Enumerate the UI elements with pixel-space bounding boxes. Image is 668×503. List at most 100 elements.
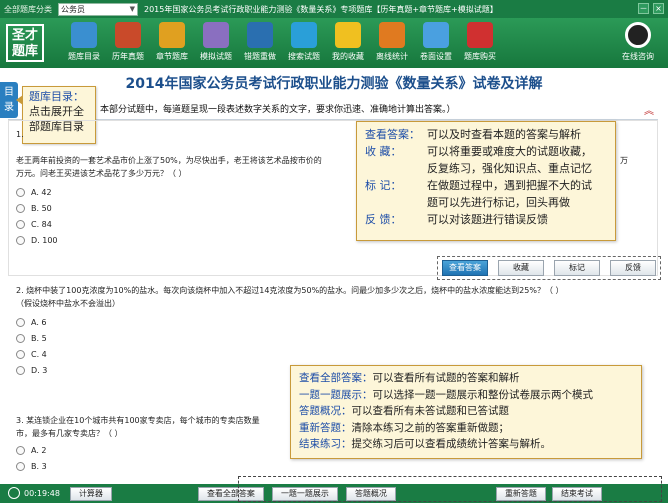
radio-icon[interactable] bbox=[16, 365, 25, 375]
option-label: B. 5 bbox=[31, 333, 47, 343]
option-label: D. 3 bbox=[31, 365, 48, 375]
tip-line: 题可以先进行标记，回头再做 bbox=[365, 194, 607, 211]
option-label: D. 100 bbox=[31, 235, 58, 245]
tip-key: 查看全部答案： bbox=[299, 372, 373, 384]
radio-icon[interactable] bbox=[16, 235, 25, 245]
toolbar-item-label: 我的收藏 bbox=[332, 52, 364, 61]
toolbar-item-6[interactable]: 搜索试题 bbox=[282, 22, 326, 62]
tip-line: 标 记： 在做题过程中，遇到把握不大的试 bbox=[365, 177, 607, 194]
close-button[interactable]: × bbox=[653, 3, 664, 14]
option-label: A. 6 bbox=[31, 317, 47, 327]
window-title: 2015年国家公务员考试行政职业能力测验《数量关系》专项题库【历年真题+章节题库… bbox=[144, 4, 498, 14]
category-select[interactable]: 公务员 ▼ bbox=[58, 2, 138, 16]
toolbar-icon bbox=[203, 22, 229, 48]
toolbar-item-10[interactable]: 题库购买 bbox=[458, 22, 502, 62]
minimize-button[interactable]: － bbox=[638, 3, 649, 14]
tip-key bbox=[365, 194, 427, 211]
question-2: 2. 烧杯中装了100克浓度为10%的盐水。每次向该烧杯中加入不超过14克浓度为… bbox=[16, 284, 646, 378]
tip-value: 可以对该题进行错误反馈 bbox=[427, 213, 548, 226]
instruction-text: 本部分试题中，每道题呈现一段表述数字关系的文字，要求你迅速、准确地计算出答案。） bbox=[100, 105, 456, 115]
tip-value: 清除本练习之前的答案重新做题； bbox=[351, 421, 510, 434]
title-bar: 全部题库分类 公务员 ▼ 2015年国家公务员考试行政职业能力测验《数量关系》专… bbox=[0, 0, 668, 18]
toolbar-item-3[interactable]: 章节题库 bbox=[150, 22, 194, 62]
tip-line: 答题概况：可以查看所有未答试题和已答试题 bbox=[299, 403, 633, 420]
radio-icon[interactable] bbox=[16, 333, 25, 343]
radio-icon[interactable] bbox=[16, 203, 25, 213]
radio-icon[interactable] bbox=[16, 349, 25, 359]
favorite-button[interactable]: 收藏 bbox=[498, 260, 544, 276]
option-b[interactable]: B. 5 bbox=[16, 330, 646, 346]
collapse-icon[interactable]: ︽ bbox=[644, 102, 654, 122]
option-a[interactable]: A. 6 bbox=[16, 314, 646, 330]
directory-tip-line: 题库目录： bbox=[29, 90, 84, 103]
radio-icon[interactable] bbox=[16, 219, 25, 229]
mark-button[interactable]: 标记 bbox=[554, 260, 600, 276]
option-label: B. 50 bbox=[31, 203, 52, 213]
option-label: A. 2 bbox=[31, 445, 47, 455]
toolbar-item-1[interactable]: 题库目录 bbox=[62, 22, 106, 62]
radio-icon[interactable] bbox=[16, 461, 25, 471]
feedback-button[interactable]: 反馈 bbox=[610, 260, 656, 276]
option-label: B. 3 bbox=[31, 461, 47, 471]
tip-key: 反 馈： bbox=[365, 213, 402, 226]
tip-value: 提交练习后可以查看成绩统计答案与解析。 bbox=[351, 438, 552, 450]
question-number: 1. bbox=[16, 130, 24, 139]
question-text: 3. 某连锁企业在10个城市共有100家专卖店，每个城市的专卖店数量 bbox=[16, 416, 260, 425]
tip-line: 查看答案： 可以及时查看本题的答案与解析 bbox=[365, 126, 607, 143]
tip-value: 在做题过程中，遇到把握不大的试 bbox=[427, 179, 592, 192]
question-text: 老王两年前投资的一套艺术品市价上涨了50%，为尽快出手，老王将该艺术品按市价的 bbox=[16, 156, 322, 165]
radio-icon[interactable] bbox=[16, 317, 25, 327]
tip-line: 反复练习，强化知识点、重点记忆 bbox=[365, 160, 607, 177]
app-logo: 圣才题库 bbox=[6, 24, 44, 62]
option-label: A. 42 bbox=[31, 187, 52, 197]
toolbar-item-5[interactable]: 错题重做 bbox=[238, 22, 282, 62]
tip-value: 可以查看所有未答试题和已答试题 bbox=[351, 405, 510, 417]
clock-icon bbox=[8, 487, 20, 499]
tip-value: 反复练习，强化知识点、重点记忆 bbox=[427, 162, 592, 175]
tip-key: 答题概况： bbox=[299, 405, 352, 417]
bottom-tools-tip: 查看全部答案：可以查看所有试题的答案和解析 一题一题展示：可以选择一题一题展示和… bbox=[290, 365, 642, 459]
option-c[interactable]: C. 4 bbox=[16, 346, 646, 362]
toolbar-item-7[interactable]: 我的收藏 bbox=[326, 22, 370, 62]
option-a[interactable]: A. 2 bbox=[16, 442, 316, 458]
calculator-button[interactable]: 计算器 bbox=[69, 486, 112, 501]
question-text: 2. 烧杯中装了100克浓度为10%的盐水。每次向该烧杯中加入不超过14克浓度为… bbox=[16, 286, 564, 295]
toolbar-item-2[interactable]: 历年真题 bbox=[106, 22, 150, 62]
option-label: C. 4 bbox=[31, 349, 47, 359]
toolbar-item-label: 章节题库 bbox=[156, 52, 188, 61]
window-controls: － × bbox=[638, 3, 664, 14]
toolbar-item-label: 题库目录 bbox=[68, 52, 100, 61]
tip-line: 收 藏： 可以将重要或难度大的试题收藏， bbox=[365, 143, 607, 160]
radio-icon[interactable] bbox=[16, 445, 25, 455]
bottom-tools-highlight bbox=[238, 476, 662, 502]
toolbar-icon bbox=[71, 22, 97, 48]
question-3: 3. 某连锁企业在10个城市共有100家专卖店，每个城市的专卖店数量 市，最多有… bbox=[16, 414, 316, 474]
tip-value: 可以及时查看本题的答案与解析 bbox=[427, 128, 581, 141]
category-select-value: 公务员 bbox=[61, 4, 85, 14]
toolbar-item-label: 搜索试题 bbox=[288, 52, 320, 61]
toolbar-item-label: 模拟试题 bbox=[200, 52, 232, 61]
tip-line: 重新答题：清除本练习之前的答案重新做题； bbox=[299, 420, 633, 437]
view-answer-button[interactable]: 查看答案 bbox=[442, 260, 488, 276]
option-b[interactable]: B. 3 bbox=[16, 458, 316, 474]
toolbar-item-8[interactable]: 离线统计 bbox=[370, 22, 414, 62]
radio-icon[interactable] bbox=[16, 187, 25, 197]
toolbar-icon bbox=[115, 22, 141, 48]
toolbar-item-4[interactable]: 模拟试题 bbox=[194, 22, 238, 62]
tip-key: 标 记： bbox=[365, 179, 402, 192]
question-actions: 查看答案 收藏 标记 反馈 bbox=[437, 256, 661, 280]
toolbar-item-label: 错题重做 bbox=[244, 52, 276, 61]
question-text-tail: 万 bbox=[620, 156, 628, 165]
toolbar-icon bbox=[247, 22, 273, 48]
qq-icon bbox=[625, 22, 651, 48]
tip-line: 结束练习：提交练习后可以查看成绩统计答案与解析。 bbox=[299, 436, 633, 453]
toolbar-icon bbox=[291, 22, 317, 48]
tip-value: 可以选择一题一题展示和整份试卷展示两个模式 bbox=[372, 388, 594, 401]
tip-key: 重新答题： bbox=[299, 421, 352, 434]
online-consult-button[interactable]: 在线咨询 bbox=[618, 22, 658, 62]
toolbar-icon bbox=[467, 22, 493, 48]
toolbar-icon bbox=[335, 22, 361, 48]
tip-line: 一题一题展示：可以选择一题一题展示和整份试卷展示两个模式 bbox=[299, 387, 633, 404]
tip-line: 查看全部答案：可以查看所有试题的答案和解析 bbox=[299, 370, 633, 387]
toolbar-item-9[interactable]: 卷面设置 bbox=[414, 22, 458, 62]
